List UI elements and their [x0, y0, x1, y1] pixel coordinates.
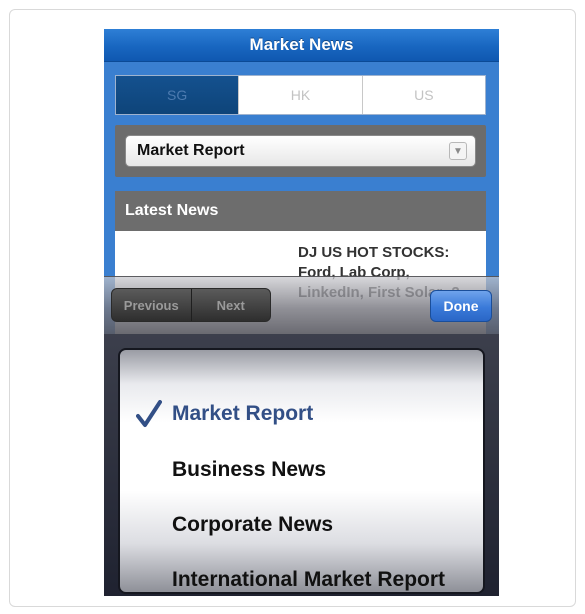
- report-type-select[interactable]: Market Report ▼: [125, 135, 476, 167]
- keyboard-accessory-toolbar: Previous Next Done: [104, 276, 499, 334]
- chevron-down-icon: ▼: [449, 142, 467, 160]
- latest-news-header: Latest News: [115, 191, 486, 231]
- latest-news-title: Latest News: [125, 202, 219, 219]
- report-type-picker[interactable]: Market Report Business News Corporate Ne…: [118, 348, 485, 594]
- app-screen: Market News SG HK US Market Report ▼ Lat…: [104, 29, 499, 596]
- next-button[interactable]: Next: [192, 289, 271, 321]
- picker-option-international-market-report[interactable]: International Market Report: [120, 552, 483, 592]
- previous-button[interactable]: Previous: [112, 289, 192, 321]
- picker-option-business-news[interactable]: Business News: [120, 442, 483, 498]
- done-button[interactable]: Done: [430, 290, 492, 322]
- picker-option-label: Business News: [172, 458, 327, 481]
- previous-next-control: Previous Next: [111, 288, 271, 322]
- navigation-bar: Market News: [104, 29, 499, 62]
- picker-container: Market Report Business News Corporate Ne…: [104, 334, 499, 596]
- tab-sg[interactable]: SG: [116, 76, 240, 114]
- report-type-value: Market Report: [137, 142, 245, 159]
- picker-option-corporate-news[interactable]: Corporate News: [120, 497, 483, 553]
- checkmark-icon: [136, 400, 162, 428]
- report-type-panel: Market Report ▼: [115, 125, 486, 177]
- market-segmented-control: SG HK US: [115, 75, 486, 115]
- tab-us[interactable]: US: [362, 76, 485, 114]
- picker-option-market-report[interactable]: Market Report: [120, 386, 483, 442]
- picker-option-label: Market Report: [172, 402, 314, 425]
- picker-option-label: International Market Report: [172, 568, 446, 591]
- page-title: Market News: [249, 35, 354, 54]
- tab-hk[interactable]: HK: [239, 76, 363, 114]
- picker-option-label: Corporate News: [172, 513, 334, 536]
